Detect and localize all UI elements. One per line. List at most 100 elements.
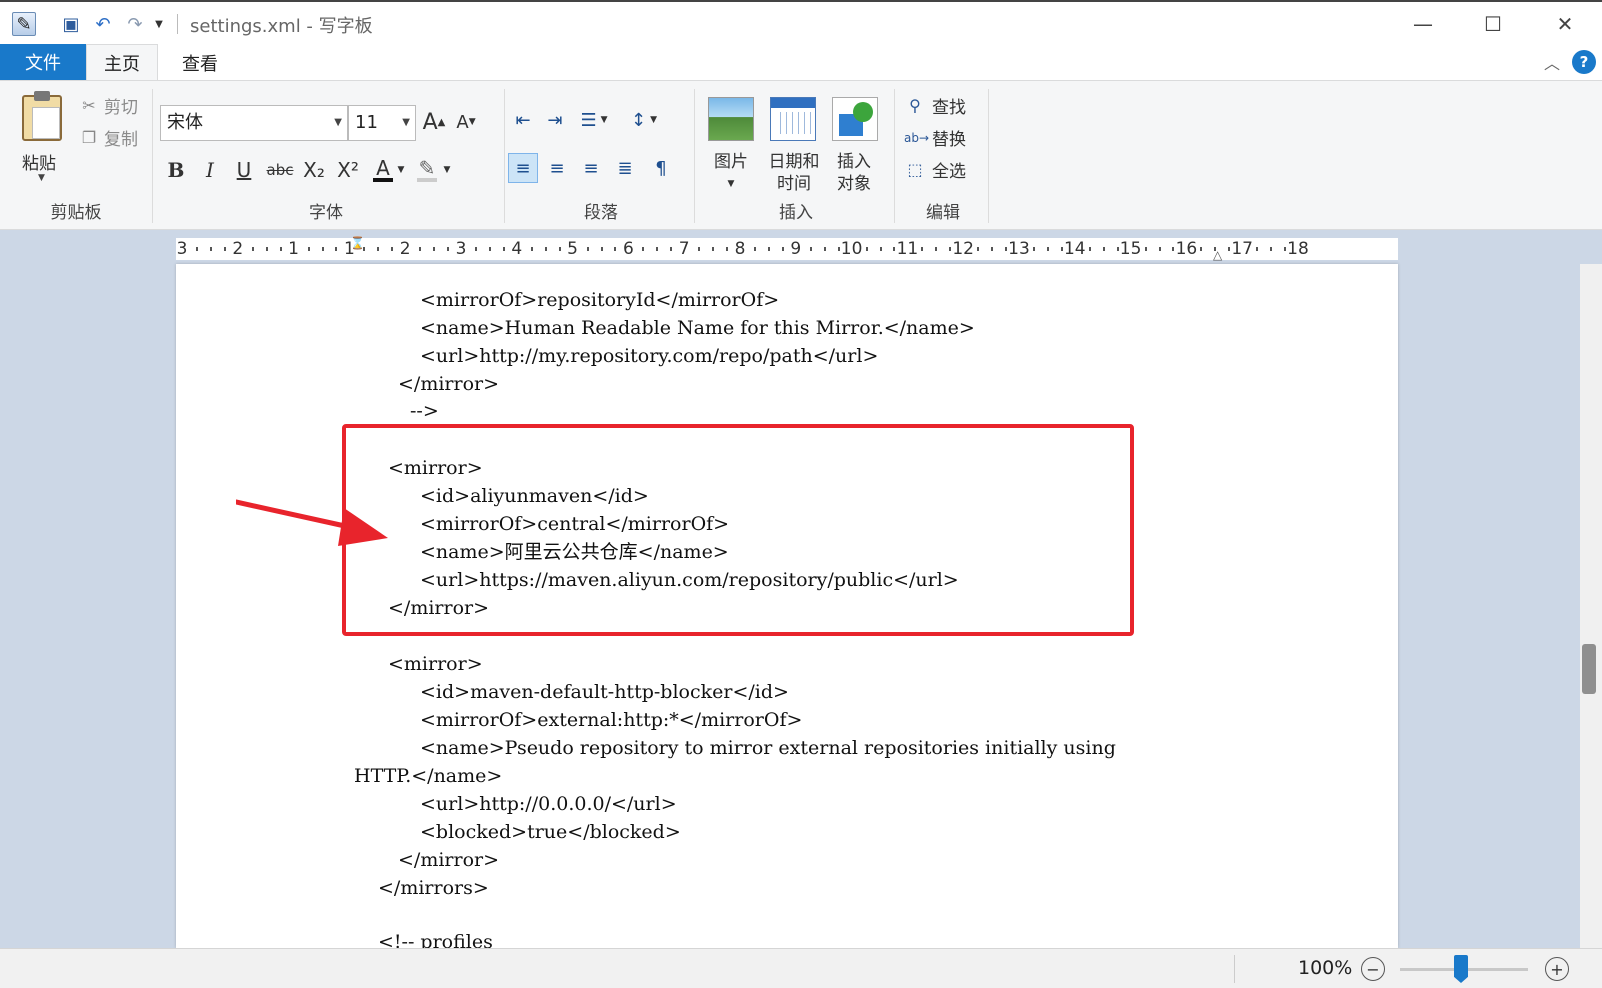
ruler-label: 5	[567, 239, 579, 259]
underline-button[interactable]: U	[230, 155, 258, 185]
justify-icon[interactable]: ≣	[610, 153, 640, 183]
font-size-select[interactable]: 11 ▼	[348, 105, 416, 141]
object-icon[interactable]	[832, 97, 878, 141]
zoom-in-button[interactable]: +	[1545, 957, 1569, 981]
group-divider	[894, 89, 895, 223]
ruler-tick	[656, 247, 659, 251]
subscript-button[interactable]: X₂	[300, 155, 328, 185]
vertical-scrollbar[interactable]	[1580, 264, 1602, 948]
cut-button[interactable]: ✂ 剪切	[80, 93, 138, 118]
left-indent-marker[interactable]: ⌛	[350, 236, 365, 264]
ruler-tick	[544, 247, 547, 251]
paste-button[interactable]: 粘贴	[22, 149, 56, 174]
select-all-label: 全选	[932, 162, 966, 182]
align-right-icon[interactable]: ≡	[576, 153, 606, 183]
picture-button[interactable]: 图片 ▼	[706, 151, 756, 195]
highlight-button[interactable]: ✎	[414, 155, 440, 185]
bold-button[interactable]: B	[162, 155, 190, 185]
chevron-up-icon[interactable]: ︿	[1542, 50, 1562, 74]
align-left-icon[interactable]: ≡	[508, 153, 538, 183]
zoom-level: 100%	[1298, 957, 1353, 979]
wordpad-app-icon[interactable]: ✎	[12, 12, 36, 36]
ruler-label: 2	[232, 239, 244, 259]
paragraph-settings-icon[interactable]: ¶	[646, 153, 676, 183]
tab-view[interactable]: 查看	[168, 44, 232, 81]
paragraph-group: ⇤ ⇥ ☰ ▼ ↕ ▼ ≡ ≡ ≡ ≣ ¶ 段落	[508, 85, 694, 227]
ruler-label: 3	[176, 239, 188, 259]
ruler-tick	[433, 247, 436, 251]
ruler-tick	[447, 247, 450, 251]
ruler-tick	[753, 247, 756, 251]
grow-font-button[interactable]: A ▲	[420, 107, 448, 137]
picture-icon[interactable]	[708, 97, 754, 141]
superscript-button[interactable]: X²	[334, 155, 362, 185]
ruler-tick	[1144, 247, 1147, 251]
picture-dropdown-icon: ▼	[727, 179, 735, 189]
ruler-tick	[195, 247, 198, 251]
decrease-indent-icon[interactable]: ⇤	[508, 105, 538, 135]
italic-button[interactable]: I	[196, 155, 224, 185]
object-label-line1: 插入	[837, 152, 871, 172]
replace-button[interactable]: ab→ 替换	[904, 125, 966, 150]
ruler-tick	[1032, 247, 1035, 251]
code-line: <mirrorOf>external:http:*</mirrorOf>	[420, 709, 803, 731]
cut-label: 剪切	[104, 98, 138, 118]
zoom-out-button[interactable]: −	[1361, 957, 1385, 981]
ruler-tick	[809, 247, 812, 251]
select-all-button[interactable]: ⬚ 全选	[904, 157, 966, 182]
find-button[interactable]: ⚲ 查找	[904, 93, 966, 118]
close-button[interactable]: ✕	[1542, 8, 1588, 40]
code-line: <name>Human Readable Name for this Mirro…	[420, 317, 975, 339]
save-icon[interactable]: ▣	[60, 12, 82, 36]
ruler-tick	[558, 247, 561, 251]
ruler-tick	[893, 247, 896, 251]
grow-font-icon: A	[422, 109, 438, 135]
clipboard-group: 粘贴 ▼ ✂ 剪切 ❐ 复制 剪贴板	[0, 85, 152, 227]
insert-group: 图片 ▼ 日期和 时间 插入 对象 插入	[698, 85, 894, 227]
ruler-label: 13	[1008, 239, 1030, 259]
align-center-icon[interactable]: ≡	[542, 153, 572, 183]
line-spacing-icon[interactable]: ↕ ▼	[622, 105, 666, 135]
paste-icon[interactable]	[22, 91, 62, 141]
strikethrough-button[interactable]: abc	[262, 155, 298, 185]
copy-button[interactable]: ❐ 复制	[80, 125, 138, 150]
scissors-icon: ✂	[82, 96, 96, 115]
datetime-button[interactable]: 日期和 时间	[762, 151, 826, 195]
tab-home[interactable]: 主页	[86, 44, 158, 81]
bullet-list-icon[interactable]: ☰ ▼	[572, 105, 616, 135]
redo-icon[interactable]: ↷	[124, 12, 146, 36]
title-bar: ✎ ▣ ↶ ↷ ▼ settings.xml - 写字板 — ☐ ✕	[0, 0, 1602, 44]
font-size-value: 11	[355, 112, 378, 133]
minimize-button[interactable]: —	[1400, 8, 1446, 40]
scrollbar-thumb[interactable]	[1582, 644, 1596, 694]
paragraph-group-label: 段落	[584, 203, 618, 223]
ruler-label: 3	[455, 239, 467, 259]
increase-indent-icon[interactable]: ⇥	[540, 105, 570, 135]
highlight-dropdown-icon[interactable]: ▼	[440, 155, 454, 185]
shrink-font-button[interactable]: A ▼	[452, 107, 480, 137]
undo-icon[interactable]: ↶	[92, 12, 114, 36]
code-line: </mirror>	[398, 849, 500, 871]
ruler-label: 9	[790, 239, 802, 259]
group-divider	[694, 89, 695, 223]
font-group-label: 字体	[309, 203, 343, 223]
ruler-tick	[670, 247, 673, 251]
help-icon[interactable]: ?	[1572, 50, 1596, 74]
font-color-button[interactable]: A	[370, 155, 396, 185]
font-color-dropdown-icon[interactable]: ▼	[394, 155, 408, 185]
ruler-tick	[991, 247, 994, 251]
tab-file[interactable]: 文件	[0, 44, 86, 80]
calendar-clock-icon[interactable]	[770, 97, 816, 141]
ruler-tick	[949, 247, 952, 251]
paste-dropdown-icon[interactable]: ▼	[38, 173, 45, 183]
ruler-tick	[1270, 247, 1273, 251]
maximize-button[interactable]: ☐	[1470, 8, 1516, 40]
replace-icon: ab→	[904, 130, 930, 145]
code-line: HTTP.</name>	[354, 765, 503, 787]
font-family-select[interactable]: 宋体 ▼	[160, 105, 348, 141]
red-arrow-annotation	[236, 499, 388, 546]
zoom-slider-thumb[interactable]	[1454, 955, 1468, 983]
ruler-tick	[586, 247, 589, 251]
customize-dropdown-icon[interactable]: ▼	[152, 12, 166, 36]
insert-object-button[interactable]: 插入 对象	[828, 151, 880, 195]
